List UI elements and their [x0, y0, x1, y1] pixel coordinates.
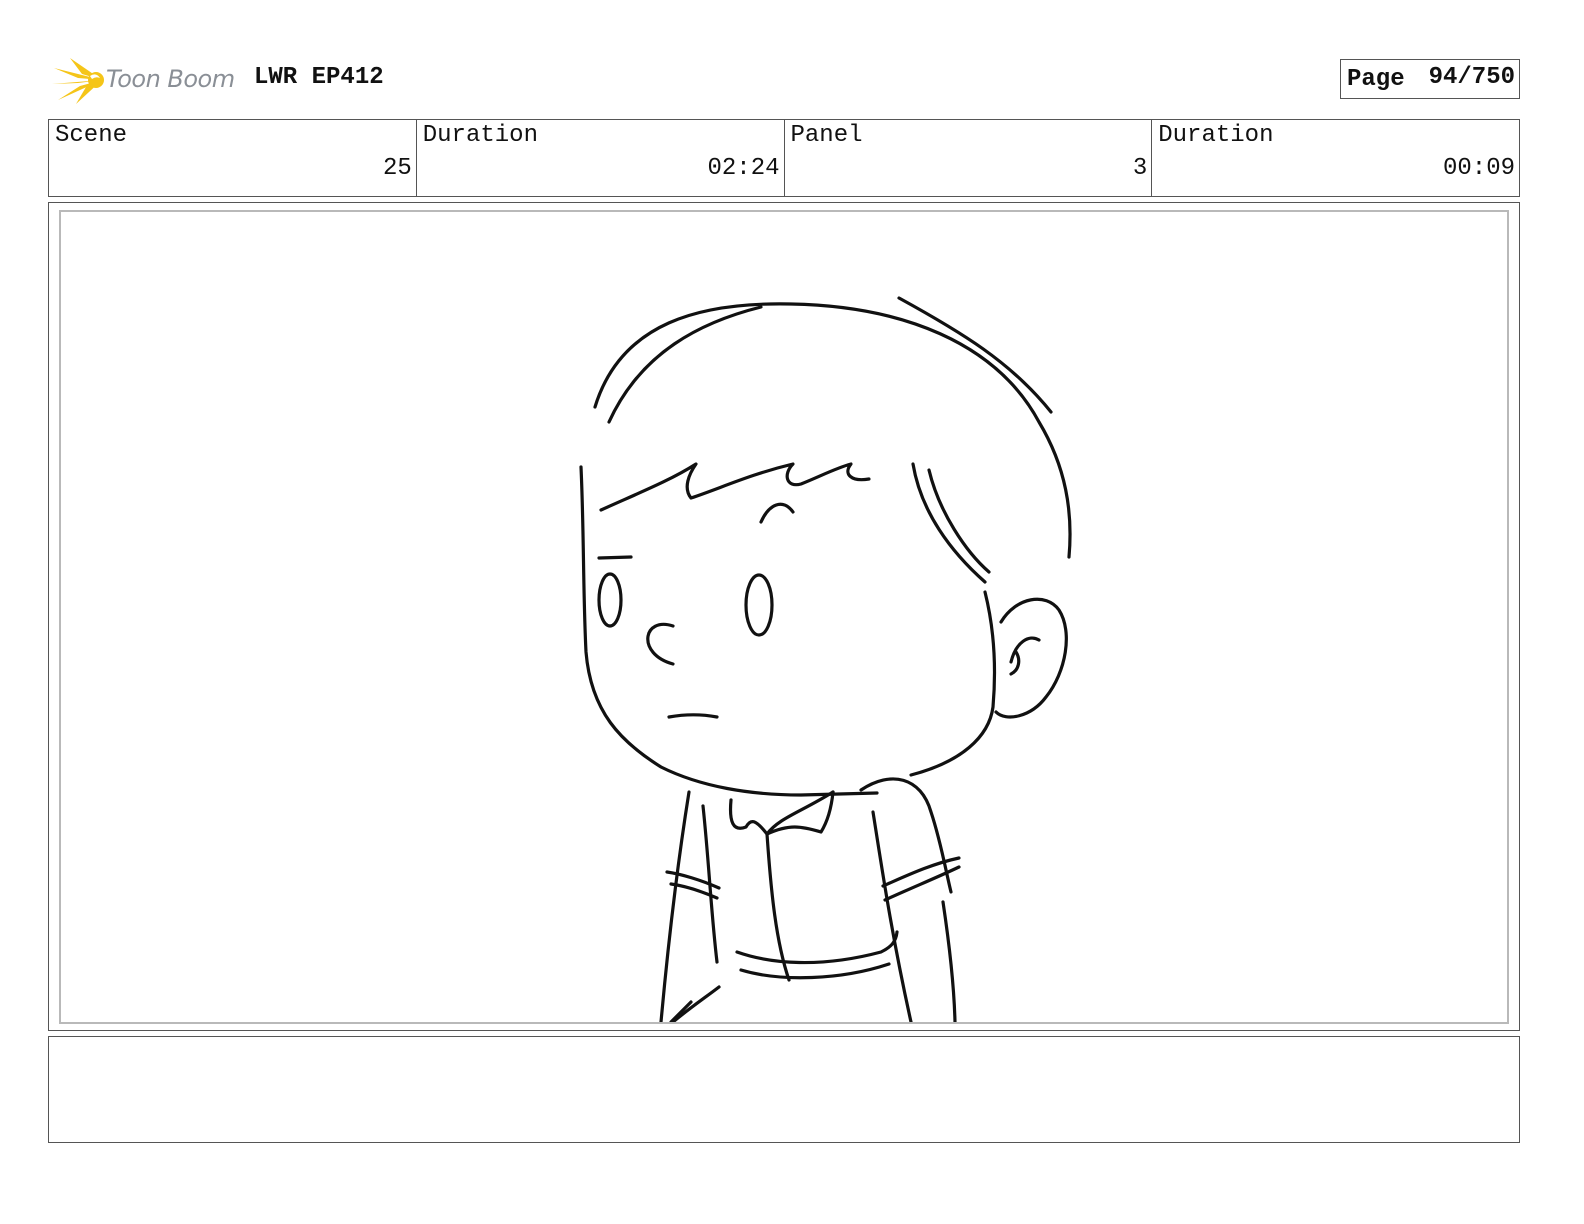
burst-icon: [52, 58, 104, 104]
project-title: LWR EP412: [254, 64, 384, 91]
panel-drawing-area: [59, 210, 1509, 1024]
panel-info-row: Scene 25 Duration 02:24 Panel 3 Duration…: [48, 119, 1520, 197]
scene-duration-label: Duration: [422, 122, 538, 149]
panel-label: Panel: [790, 122, 863, 149]
scene-duration-value: 02:24: [707, 155, 780, 182]
storyboard-panel: [48, 202, 1520, 1031]
page-header: Toon Boom LWR EP412 Page 94/750: [48, 52, 1520, 108]
page-label: Page: [1347, 66, 1405, 93]
notes-box[interactable]: [48, 1036, 1520, 1143]
boy-sketch-drawing: [579, 296, 1072, 1022]
logo-text: Toon Boom: [106, 65, 235, 93]
toon-boom-logo: Toon Boom: [50, 54, 250, 106]
scene-duration-cell: Duration 02:24: [417, 120, 785, 196]
panel-value: 3: [1132, 155, 1148, 182]
page-number: 94/750: [1428, 64, 1515, 91]
scene-label: Scene: [55, 122, 128, 149]
page-indicator: Page 94/750: [1340, 59, 1520, 99]
scene-cell: Scene 25: [49, 120, 417, 196]
panel-duration-cell: Duration 00:09: [1152, 120, 1519, 196]
panel-duration-label: Duration: [1158, 122, 1274, 149]
scene-value: 25: [382, 155, 412, 182]
panel-cell: Panel 3: [785, 120, 1153, 196]
panel-duration-value: 00:09: [1442, 155, 1515, 182]
